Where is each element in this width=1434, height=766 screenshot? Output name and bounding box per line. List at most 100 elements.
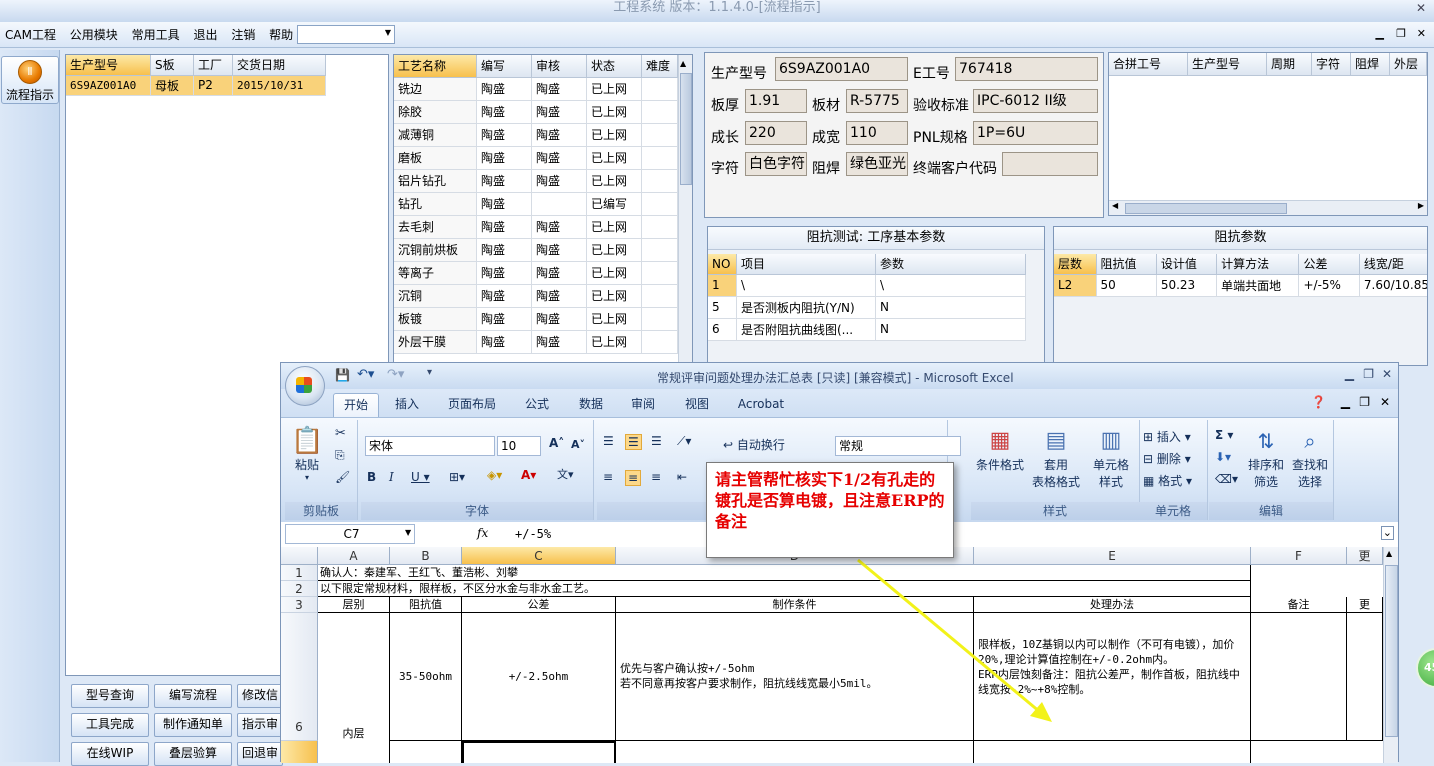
table-row[interactable]: 板镀 陶盛 陶盛 已上网	[394, 307, 678, 331]
align-center-icon[interactable]: ≡	[625, 470, 642, 486]
stackup-check-button[interactable]: 叠层验算	[154, 742, 232, 766]
thickness-field[interactable]: 1.91	[745, 89, 807, 113]
process-header[interactable]: 审核	[531, 55, 587, 78]
copy-icon[interactable]: ⎘	[335, 448, 345, 463]
column-header[interactable]: 更	[1347, 547, 1383, 565]
cell-a6[interactable]: 内层	[318, 613, 390, 763]
sort-filter-button[interactable]: ⇅ 排序和 筛选	[1245, 426, 1287, 490]
column-header[interactable]: B	[390, 547, 462, 565]
cell-g6[interactable]	[1347, 613, 1383, 741]
scroll-up-icon[interactable]: ▲	[680, 59, 686, 68]
menu-cam[interactable]: CAM工程	[0, 22, 61, 48]
table-row[interactable]: 钻孔 陶盛 已编写	[394, 192, 678, 216]
process-header[interactable]: 状态	[586, 55, 642, 78]
fill-color-icon[interactable]: ◈▾	[487, 468, 502, 482]
minimize-icon[interactable]: ▁	[1376, 27, 1384, 40]
cell-b7[interactable]	[390, 741, 462, 763]
order-header[interactable]: 生产型号	[66, 55, 151, 76]
format-painter-icon[interactable]: 🖌	[335, 470, 350, 484]
delete-cells-button[interactable]: ⊟ 删除 ▾	[1143, 450, 1191, 467]
imp-test-header[interactable]: 参数	[875, 254, 1026, 275]
underline-icon[interactable]: U ▾	[411, 470, 430, 484]
phonetic-icon[interactable]: 文▾	[557, 466, 574, 482]
row-header[interactable]: 3	[281, 597, 318, 613]
bold-icon[interactable]: B	[367, 470, 376, 484]
fill-icon[interactable]: ⬇▾	[1215, 450, 1231, 464]
merge-header[interactable]: 生产型号	[1187, 53, 1267, 76]
scroll-thumb[interactable]	[1125, 203, 1287, 214]
find-select-button[interactable]: ⌕ 查找和 选择	[1289, 426, 1331, 490]
cell-e7[interactable]	[974, 741, 1251, 763]
close-icon[interactable]: ✕	[1416, 0, 1426, 16]
close-icon[interactable]: ✕	[1417, 27, 1426, 40]
imp-param-header[interactable]: 阻抗值	[1096, 254, 1157, 275]
format-cells-button[interactable]: ▦ 格式 ▾	[1143, 472, 1192, 489]
cell-a3[interactable]: 层别	[318, 597, 390, 613]
indent-icon[interactable]: ⇤	[677, 470, 687, 484]
imp-param-header[interactable]: 计算方法	[1216, 254, 1300, 275]
insert-function-icon[interactable]: fx	[477, 526, 488, 540]
grow-font-icon[interactable]: A˄	[549, 436, 564, 450]
table-row[interactable]: 减薄铜 陶盛 陶盛 已上网	[394, 123, 678, 147]
standard-field[interactable]: IPC-6012 II级	[973, 89, 1098, 113]
scroll-right-icon[interactable]: ▶	[1418, 201, 1424, 210]
menu-exit[interactable]: 退出	[188, 22, 222, 48]
row-header-selected[interactable]	[281, 741, 318, 763]
merge-header[interactable]: 周期	[1266, 53, 1312, 76]
sheet-scrollbar[interactable]: ▲	[1383, 547, 1398, 763]
customer-code-field[interactable]	[1002, 152, 1098, 176]
cell-c7-selected[interactable]	[462, 741, 616, 763]
number-format-box[interactable]: 常规	[835, 436, 961, 456]
row-header[interactable]: 2	[281, 581, 318, 597]
process-header[interactable]: 编写	[476, 55, 532, 78]
notice-button[interactable]: 制作通知单	[154, 713, 232, 737]
column-header[interactable]: A	[318, 547, 390, 565]
tab-view[interactable]: 视图	[677, 393, 717, 417]
model-field[interactable]: 6S9AZ001A0	[775, 57, 908, 81]
legend-field[interactable]: 白色字符	[745, 152, 807, 176]
name-box[interactable]: C7	[285, 524, 415, 544]
restore-icon[interactable]: ❐	[1359, 395, 1370, 409]
cut-icon[interactable]: ✂	[335, 426, 346, 441]
table-row[interactable]: 1 \ \	[708, 274, 1026, 297]
tab-acrobat[interactable]: Acrobat	[731, 393, 791, 417]
table-row[interactable]: 等离子 陶盛 陶盛 已上网	[394, 261, 678, 285]
online-wip-button[interactable]: 在线WIP	[71, 742, 149, 766]
minimize-icon[interactable]: ▁	[1345, 367, 1354, 381]
length-field[interactable]: 220	[745, 121, 807, 145]
cell-b6[interactable]: 35-50ohm	[390, 613, 462, 741]
merge-header[interactable]: 合拼工号	[1109, 53, 1188, 76]
model-query-button[interactable]: 型号查询	[71, 684, 149, 708]
pnl-field[interactable]: 1P=6U	[973, 121, 1098, 145]
restore-icon[interactable]: ❐	[1363, 367, 1374, 381]
column-header[interactable]: F	[1251, 547, 1347, 565]
write-flow-button[interactable]: 编写流程	[154, 684, 232, 708]
scroll-up-icon[interactable]: ▲	[1386, 549, 1392, 558]
expand-formula-icon[interactable]: ⌄	[1380, 526, 1394, 540]
cell-e6[interactable]: 限样板，10Z基铜以内可以制作（不可有电镀），加价20%,理论计算值控制在+/-…	[974, 613, 1251, 741]
tab-page-layout[interactable]: 页面布局	[439, 393, 505, 417]
cell-a1[interactable]: 确认人：秦建军、王红飞、董浩彬、刘攀	[318, 565, 1251, 581]
chevron-down-icon[interactable]: ▼	[405, 528, 411, 537]
merge-header[interactable]: 阻焊	[1350, 53, 1390, 76]
cell-f3[interactable]: 备注	[1251, 597, 1347, 613]
tab-review[interactable]: 审阅	[623, 393, 663, 417]
table-row[interactable]: 6S9AZ001A0 母板 P2 2015/10/31	[66, 75, 326, 96]
border-icon[interactable]: ⊞▾	[449, 470, 465, 484]
imp-param-header[interactable]: 公差	[1298, 254, 1360, 275]
imp-param-header[interactable]: 层数	[1054, 254, 1097, 275]
toolbar-combo[interactable]: ▼	[297, 25, 395, 44]
tab-formulas[interactable]: 公式	[517, 393, 557, 417]
order-header[interactable]: 交货日期	[232, 55, 326, 76]
rollback-review-button[interactable]: 回退审	[237, 742, 283, 766]
close-icon[interactable]: ✕	[1382, 367, 1392, 381]
cell-c3[interactable]: 公差	[462, 597, 616, 613]
office-button[interactable]	[285, 366, 325, 406]
cell-d3[interactable]: 制作条件	[616, 597, 974, 613]
table-row[interactable]: 沉铜 陶盛 陶盛 已上网	[394, 284, 678, 308]
instruction-review-button[interactable]: 指示审	[237, 713, 283, 737]
shrink-font-icon[interactable]: A˅	[571, 438, 585, 451]
table-row[interactable]: 磨板 陶盛 陶盛 已上网	[394, 146, 678, 170]
wrap-text-button[interactable]: ↩ 自动换行	[723, 436, 785, 453]
cell-c6[interactable]: +/-2.5ohm	[462, 613, 616, 741]
